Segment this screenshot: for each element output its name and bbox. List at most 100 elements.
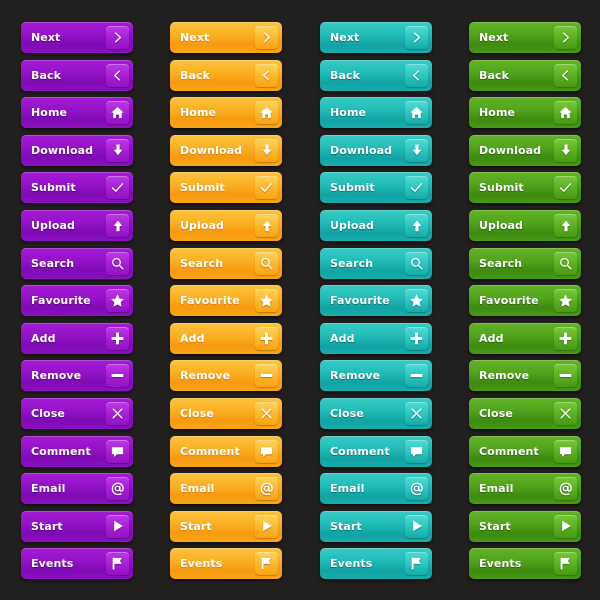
button-close-green[interactable]: Close	[469, 398, 581, 429]
button-home-purple[interactable]: Home	[21, 97, 133, 129]
button-label: Upload	[31, 219, 76, 232]
button-close-purple[interactable]: Close	[21, 398, 133, 429]
button-start-green[interactable]: Start	[469, 510, 581, 542]
button-back-purple[interactable]: Back	[21, 59, 133, 91]
button-upload-purple[interactable]: Upload	[21, 210, 133, 241]
button-next-purple[interactable]: Next	[21, 22, 133, 53]
at-sign-icon	[554, 477, 577, 501]
button-email-purple[interactable]: Email	[21, 473, 133, 505]
button-search-purple[interactable]: Search	[21, 247, 133, 279]
button-search-orange[interactable]: Search	[170, 247, 282, 279]
speech-bubble-icon	[106, 439, 129, 463]
button-email-green[interactable]: Email	[469, 473, 581, 505]
button-events-purple[interactable]: Events	[21, 548, 133, 580]
button-label: Email	[330, 482, 365, 496]
button-submit-purple[interactable]: Submit	[21, 172, 133, 204]
button-comment-green[interactable]: Comment	[469, 435, 581, 467]
button-label: Events	[180, 557, 223, 571]
button-label: Close	[330, 407, 364, 420]
button-download-teal[interactable]: Download	[320, 134, 432, 166]
button-label: Remove	[31, 369, 82, 383]
button-events-green[interactable]: Events	[469, 548, 581, 580]
button-start-purple[interactable]: Start	[21, 510, 133, 542]
button-start-teal[interactable]: Start	[320, 510, 432, 542]
button-label: Close	[479, 407, 513, 420]
button-remove-purple[interactable]: Remove	[21, 360, 133, 392]
button-close-orange[interactable]: Close	[170, 398, 282, 429]
plus-icon	[106, 326, 129, 350]
button-add-teal[interactable]: Add	[320, 322, 432, 354]
button-submit-green[interactable]: Submit	[469, 172, 581, 204]
button-comment-purple[interactable]: Comment	[21, 435, 133, 467]
button-back-teal[interactable]: Back	[320, 59, 432, 91]
button-home-teal[interactable]: Home	[320, 97, 432, 129]
button-label: Search	[180, 256, 224, 270]
button-search-green[interactable]: Search	[469, 247, 581, 279]
close-x-icon	[405, 402, 428, 425]
button-email-teal[interactable]: Email	[320, 473, 432, 505]
button-events-orange[interactable]: Events	[170, 548, 282, 580]
button-remove-orange[interactable]: Remove	[170, 360, 282, 392]
button-add-orange[interactable]: Add	[170, 322, 282, 354]
button-events-teal[interactable]: Events	[320, 548, 432, 580]
button-download-orange[interactable]: Download	[170, 134, 282, 166]
button-submit-teal[interactable]: Submit	[320, 172, 432, 204]
button-search-teal[interactable]: Search	[320, 247, 432, 279]
button-favourite-purple[interactable]: Favourite	[21, 285, 133, 317]
button-remove-teal[interactable]: Remove	[320, 360, 432, 392]
button-comment-teal[interactable]: Comment	[320, 435, 432, 467]
button-download-green[interactable]: Download	[469, 134, 581, 166]
button-label: Download	[479, 143, 542, 157]
button-favourite-orange[interactable]: Favourite	[170, 285, 282, 317]
button-label: Search	[479, 256, 523, 270]
button-submit-orange[interactable]: Submit	[170, 172, 282, 204]
button-download-purple[interactable]: Download	[21, 134, 133, 166]
button-upload-green[interactable]: Upload	[469, 210, 581, 241]
button-upload-orange[interactable]: Upload	[170, 210, 282, 241]
button-label: Home	[180, 106, 217, 120]
button-add-purple[interactable]: Add	[21, 322, 133, 354]
button-back-orange[interactable]: Back	[170, 59, 282, 91]
button-email-orange[interactable]: Email	[170, 473, 282, 505]
button-label: Comment	[31, 444, 91, 458]
speech-bubble-icon	[405, 439, 428, 463]
play-triangle-icon	[405, 514, 428, 538]
button-label: Back	[31, 68, 62, 82]
button-label: Home	[31, 106, 68, 120]
button-favourite-green[interactable]: Favourite	[469, 285, 581, 317]
button-label: Add	[180, 331, 205, 345]
play-triangle-icon	[106, 514, 129, 538]
button-back-green[interactable]: Back	[469, 59, 581, 91]
button-close-teal[interactable]: Close	[320, 398, 432, 429]
button-start-orange[interactable]: Start	[170, 510, 282, 542]
chevron-left-icon	[554, 63, 577, 87]
button-label: Add	[330, 331, 355, 345]
speech-bubble-icon	[255, 439, 278, 463]
button-label: Next	[330, 31, 360, 44]
flag-icon	[255, 552, 278, 576]
button-favourite-teal[interactable]: Favourite	[320, 285, 432, 317]
at-sign-icon	[255, 477, 278, 501]
minus-icon	[554, 364, 577, 388]
chevron-right-icon	[405, 26, 428, 49]
button-comment-orange[interactable]: Comment	[170, 435, 282, 467]
button-upload-teal[interactable]: Upload	[320, 210, 432, 241]
button-label: Search	[31, 256, 75, 270]
button-next-green[interactable]: Next	[469, 22, 581, 53]
button-add-green[interactable]: Add	[469, 322, 581, 354]
button-label: Remove	[330, 369, 381, 383]
button-home-green[interactable]: Home	[469, 97, 581, 129]
button-next-orange[interactable]: Next	[170, 22, 282, 53]
button-remove-green[interactable]: Remove	[469, 360, 581, 392]
button-label: Back	[330, 68, 361, 82]
play-triangle-icon	[554, 514, 577, 538]
at-sign-icon	[106, 477, 129, 501]
plus-icon	[554, 326, 577, 350]
button-label: Start	[330, 519, 362, 533]
button-next-teal[interactable]: Next	[320, 22, 432, 53]
button-label: Email	[31, 482, 66, 496]
minus-icon	[106, 364, 129, 388]
button-label: Start	[479, 519, 511, 533]
button-home-orange[interactable]: Home	[170, 97, 282, 129]
chevron-left-icon	[106, 63, 129, 87]
